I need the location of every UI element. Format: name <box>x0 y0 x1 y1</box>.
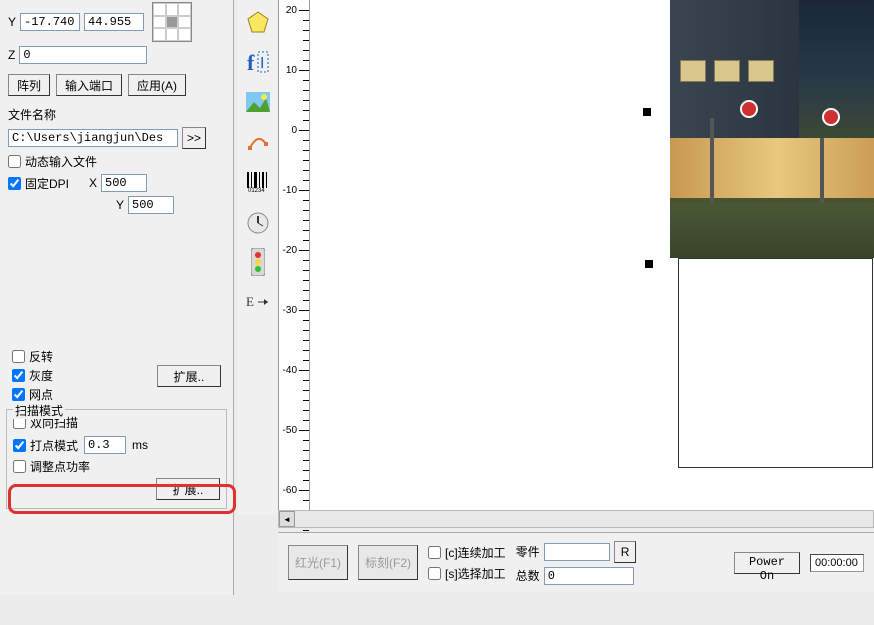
z-label: Z <box>8 48 15 62</box>
placed-image[interactable] <box>670 0 874 258</box>
parts-label: 零件 <box>516 543 540 560</box>
halftone-checkbox[interactable]: 网点 <box>12 386 53 403</box>
y2-input[interactable] <box>84 13 144 31</box>
expand-button[interactable]: 扩展.. <box>157 365 221 387</box>
mark-button[interactable]: 标刻(F2) <box>358 545 418 580</box>
invert-checkbox[interactable]: 反转 <box>12 348 53 365</box>
expand2-button[interactable]: 扩展.. <box>156 478 220 500</box>
svg-text:E: E <box>246 294 254 309</box>
image-bbox <box>678 258 873 468</box>
extend-tool-icon[interactable]: E <box>244 288 272 316</box>
total-label: 总数 <box>516 567 540 584</box>
dot-mode-input[interactable] <box>84 436 126 454</box>
redlight-button[interactable]: 红光(F1) <box>288 545 348 580</box>
select-process-checkbox[interactable]: [s]选择加工 <box>428 565 506 582</box>
selection-handle[interactable] <box>643 108 651 116</box>
canvas-area[interactable] <box>310 0 874 515</box>
scan-mode-fieldset: 扫描模式 双向扫描 打点模式 ms 调整点功率 扩展.. <box>6 409 227 509</box>
y-input[interactable] <box>20 13 80 31</box>
vector-tool-icon[interactable] <box>244 128 272 156</box>
y-label: Y <box>8 15 16 29</box>
trafficlight-tool-icon[interactable] <box>244 248 272 276</box>
dpi-y-input[interactable] <box>128 196 174 214</box>
dot-unit-label: ms <box>132 438 148 452</box>
text-tool-icon[interactable]: fI <box>244 48 272 76</box>
gray-checkbox[interactable]: 灰度 <box>12 367 53 384</box>
svg-text:01234: 01234 <box>248 188 265 192</box>
parts-input[interactable] <box>544 543 610 561</box>
r-button[interactable]: R <box>614 541 637 563</box>
vertical-ruler: 20100-10-20-30-40-50-60 <box>278 0 310 515</box>
filepath-input[interactable] <box>8 129 178 147</box>
svg-text:I: I <box>260 55 264 72</box>
power-button[interactable]: Power On <box>734 552 800 574</box>
barcode-tool-icon[interactable]: 01234 <box>244 168 272 196</box>
timer-tool-icon[interactable] <box>244 208 272 236</box>
polygon-tool-icon[interactable] <box>244 8 272 36</box>
fixed-dpi-checkbox[interactable]: 固定DPI <box>8 175 69 192</box>
image-tool-icon[interactable] <box>244 88 272 116</box>
horizontal-scrollbar[interactable]: ◄ <box>278 510 874 528</box>
svg-text:f: f <box>247 50 255 75</box>
scroll-left-icon[interactable]: ◄ <box>279 511 295 527</box>
anchor-grid[interactable] <box>152 2 192 42</box>
adjust-power-checkbox[interactable]: 调整点功率 <box>13 458 90 475</box>
bottom-toolbar: 红光(F1) 标刻(F2) [c]连续加工 [s]选择加工 零件 R 总数 Po… <box>278 532 874 592</box>
array-button[interactable]: 阵列 <box>8 74 50 96</box>
properties-panel: Y Z 阵列 输入端口 应用(A) 文件名称 >> 动态输入文件 固定DPI X <box>0 0 234 595</box>
dpi-x-label: X <box>89 176 97 190</box>
filename-label: 文件名称 <box>8 106 56 123</box>
selection-handle[interactable] <box>645 260 653 268</box>
vertical-toolbar: fI 01234 E <box>238 0 278 515</box>
dpi-x-input[interactable] <box>101 174 147 192</box>
apply-button[interactable]: 应用(A) <box>128 74 186 96</box>
dynamic-input-checkbox[interactable]: 动态输入文件 <box>8 153 97 170</box>
input-port-button[interactable]: 输入端口 <box>56 74 122 96</box>
dpi-y-label: Y <box>116 198 124 212</box>
z-input[interactable] <box>19 46 147 64</box>
time-display: 00:00:00 <box>810 554 864 572</box>
dot-mode-checkbox[interactable]: 打点模式 <box>13 437 78 454</box>
continuous-checkbox[interactable]: [c]连续加工 <box>428 544 506 561</box>
browse-button[interactable]: >> <box>182 127 206 149</box>
total-input[interactable] <box>544 567 634 585</box>
